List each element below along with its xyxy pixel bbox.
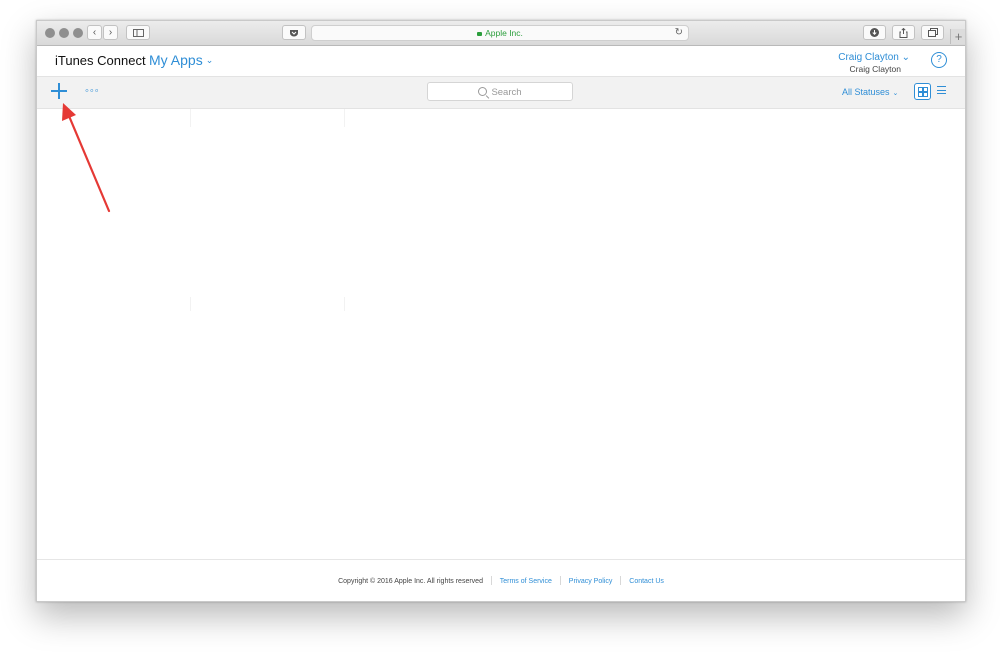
chevron-left-icon: ‹ [92,27,97,38]
section-menu[interactable]: My Apps ⌄ [149,52,213,68]
contact-link[interactable]: Contact Us [629,578,664,585]
list-view-button[interactable] [937,86,946,95]
status-filter-dropdown[interactable]: All Statuses ⌄ [842,87,898,97]
copyright-text: Copyright © 2016 Apple Inc. All rights r… [338,578,483,585]
search-placeholder-row: Search [428,86,572,98]
address-bar[interactable]: Apple Inc. ↻ [311,25,689,41]
brand-title: iTunes Connect [55,53,146,68]
chevron-right-icon: › [108,27,113,38]
footer-divider [559,576,561,585]
user-menu[interactable]: Craig Clayton ⌄ [838,52,910,63]
privacy-link[interactable]: Privacy Policy [569,578,613,585]
back-button[interactable]: ‹ [87,25,102,40]
list-icon [937,89,946,91]
more-options-icon[interactable]: ◦◦◦ [85,85,100,97]
itc-header: iTunes Connect My Apps ⌄ Craig Clayton ⌄ … [37,46,965,77]
column-divider [344,297,345,311]
status-filter-label: All Statuses [842,87,890,97]
share-icon [899,27,908,38]
column-divider [190,297,191,311]
new-tab-button[interactable]: + [950,29,965,44]
footer-divider [620,576,622,585]
minimize-window-button[interactable] [59,28,69,38]
zoom-window-button[interactable] [73,28,83,38]
address-text: Apple Inc. [485,28,523,38]
close-window-button[interactable] [45,28,55,38]
browser-window: ‹ › Apple Inc. ↻ + iTunes Connect My App… [36,20,966,602]
sidebar-icon [132,28,144,37]
pocket-icon [290,29,298,36]
browser-titlebar: ‹ › Apple Inc. ↻ + [37,21,965,46]
list-icon [937,86,946,88]
grid-icon [923,92,928,97]
grid-view-button[interactable] [914,83,931,100]
terms-link[interactable]: Terms of Service [500,578,552,585]
forward-button[interactable]: › [103,25,118,40]
team-name: Craig Clayton [849,64,902,74]
chevron-down-icon: ⌄ [205,55,214,65]
address-text-row: Apple Inc. [312,28,688,38]
footer-links: Copyright © 2016 Apple Inc. All rights r… [37,574,965,585]
apps-toolbar: ◦◦◦ Search All Statuses ⌄ [37,77,965,109]
help-icon[interactable]: ? [931,52,947,68]
share-button[interactable] [892,25,915,40]
search-input[interactable]: Search [427,82,573,101]
apps-content-area [37,109,965,559]
tabs-icon [927,28,938,37]
footer-divider [490,576,492,585]
downloads-button[interactable] [863,25,886,40]
reload-icon[interactable]: ↻ [675,27,683,38]
chevron-down-icon: ⌄ [901,52,910,63]
lock-icon [477,32,483,36]
column-divider [344,109,345,127]
download-icon [870,28,879,37]
sidebar-toggle-button[interactable] [126,25,150,40]
chevron-down-icon: ⌄ [892,90,899,97]
column-divider [190,109,191,127]
pocket-button[interactable] [282,25,306,40]
tabs-overview-button[interactable] [921,25,944,40]
section-label: My Apps [149,52,203,68]
user-name: Craig Clayton [838,52,899,63]
search-icon [478,87,488,96]
page-footer: Copyright © 2016 Apple Inc. All rights r… [37,559,965,601]
add-app-button[interactable] [51,83,67,99]
list-icon [937,93,946,95]
search-placeholder: Search [491,87,522,98]
